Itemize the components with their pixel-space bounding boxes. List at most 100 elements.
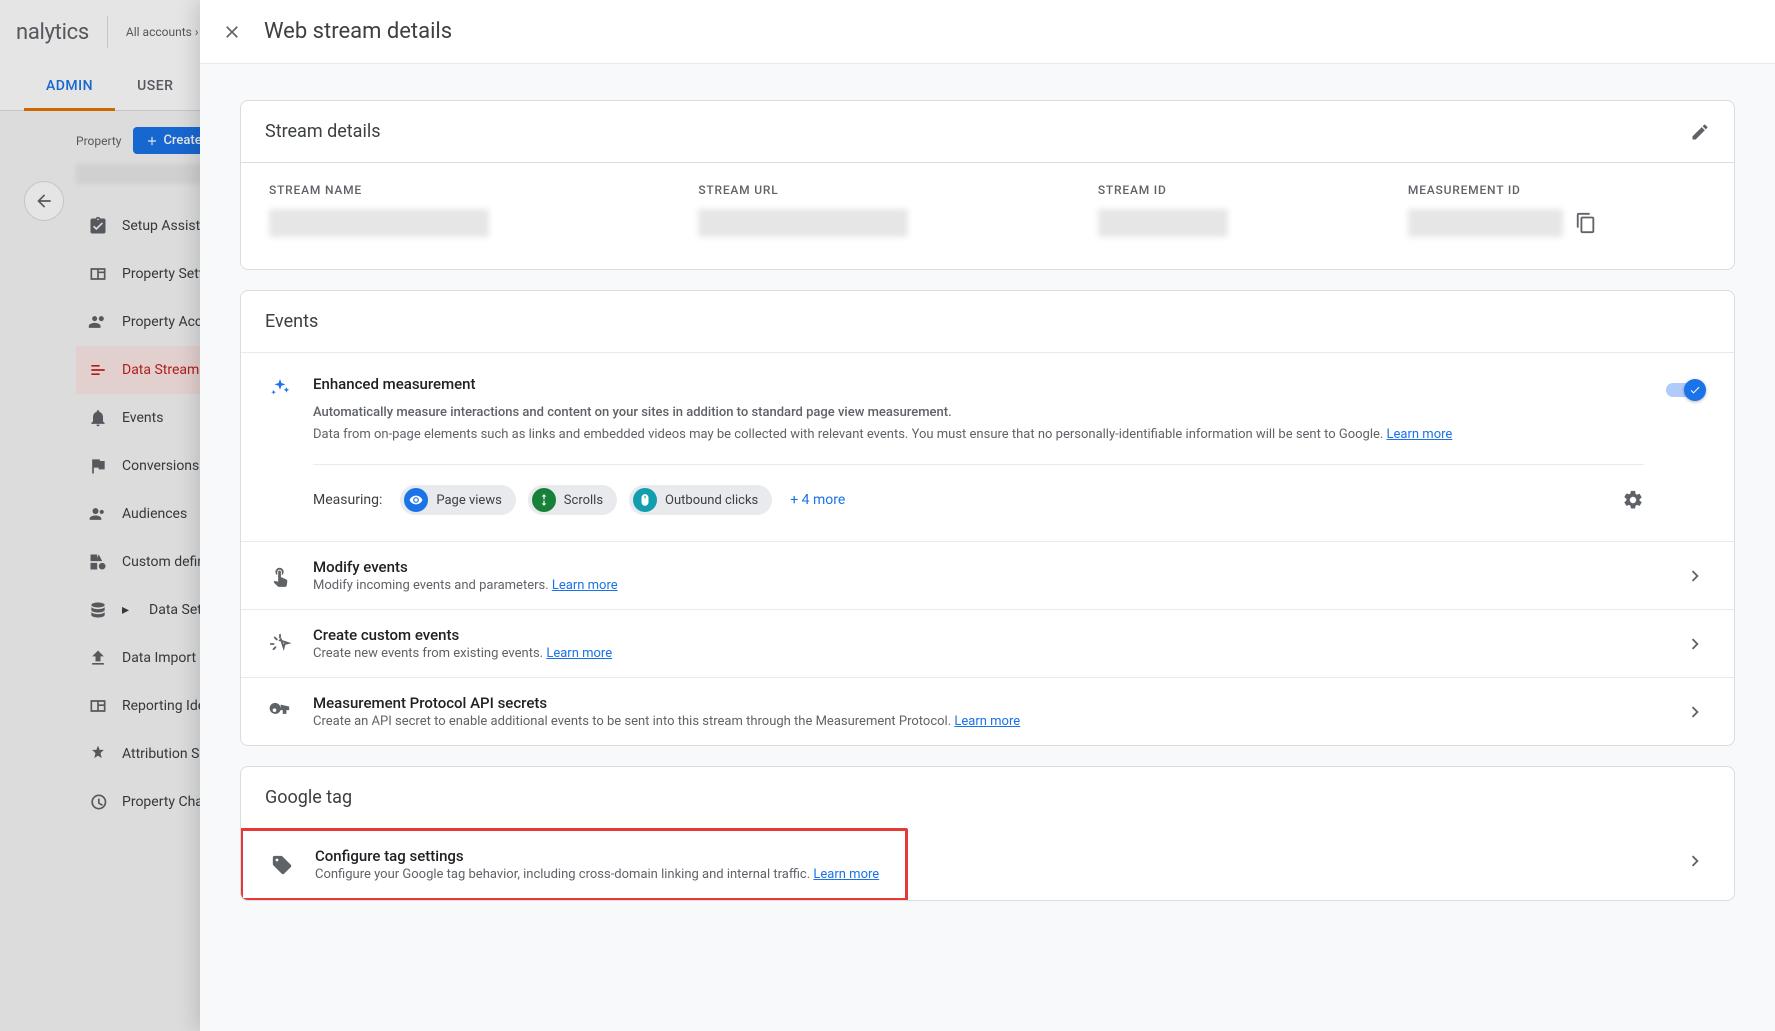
stream-details-header: Stream details xyxy=(265,121,381,142)
sidebar-item-label: Events xyxy=(122,410,163,426)
create-button-label: Create xyxy=(163,133,201,148)
configure-learn-more-link[interactable]: Learn more xyxy=(813,867,879,882)
chip-outbound-clicks: Outbound clicks xyxy=(629,485,772,515)
sidebar-item-label: Data Import xyxy=(122,650,196,666)
measuring-label: Measuring: xyxy=(313,492,382,508)
modify-events-title: Modify events xyxy=(313,558,1662,576)
google-tag-card: Google tag Configure tag settings Config… xyxy=(240,766,1735,901)
pencil-icon xyxy=(1690,122,1710,142)
history-icon xyxy=(88,792,108,812)
configure-tag-settings-row[interactable]: Configure tag settings Configure your Go… xyxy=(243,831,905,898)
chip-label: Page views xyxy=(436,493,501,508)
stream-url-label: STREAM URL xyxy=(698,183,1086,197)
clipboard-icon xyxy=(88,216,108,236)
google-tag-header: Google tag xyxy=(241,767,1734,828)
tab-user[interactable]: USER xyxy=(115,64,195,110)
configure-tag-highlight: Configure tag settings Configure your Go… xyxy=(240,828,908,901)
api-secrets-desc: Create an API secret to enable additiona… xyxy=(313,714,1662,729)
chip-scrolls: Scrolls xyxy=(528,485,617,515)
edit-stream-button[interactable] xyxy=(1690,122,1710,142)
panel-body: Stream details STREAM NAME STREAM URL ST… xyxy=(200,64,1775,1031)
chip-label: Scrolls xyxy=(564,493,603,508)
property-label: Property xyxy=(76,134,121,148)
chip-label: Outbound clicks xyxy=(665,493,758,508)
enhanced-measurement-title: Enhanced measurement xyxy=(313,375,1644,393)
sidebar-item-label: Conversions xyxy=(122,458,199,474)
mouse-icon xyxy=(633,488,657,512)
chevron-right-icon xyxy=(1684,633,1706,655)
bg-breadcrumb: All accounts › G xyxy=(126,25,210,39)
stream-url-value xyxy=(698,209,908,237)
close-button[interactable] xyxy=(220,20,244,44)
tag-icon xyxy=(271,854,293,876)
eye-icon xyxy=(404,488,428,512)
stream-details-card: Stream details STREAM NAME STREAM URL ST… xyxy=(240,100,1735,270)
enhanced-measurement-toggle[interactable] xyxy=(1666,379,1706,401)
enhanced-measurement-settings-button[interactable] xyxy=(1622,489,1644,511)
measurement-id-value xyxy=(1408,209,1563,237)
streams-icon xyxy=(88,360,108,380)
plus-icon xyxy=(145,134,159,148)
redacted-property-name xyxy=(76,164,216,184)
enhanced-note-text: Data from on-page elements such as links… xyxy=(313,427,1387,442)
touch-icon xyxy=(269,565,291,587)
create-custom-events-row[interactable]: Create custom events Create new events f… xyxy=(241,609,1734,677)
create-events-title: Create custom events xyxy=(313,626,1662,644)
copy-measurement-id-button[interactable] xyxy=(1575,212,1597,234)
flag-icon xyxy=(88,456,108,476)
create-learn-more-link[interactable]: Learn more xyxy=(546,646,612,661)
audience-icon xyxy=(88,504,108,524)
web-stream-details-panel: Web stream details Stream details STREAM… xyxy=(200,0,1775,1031)
modify-learn-more-link[interactable]: Learn more xyxy=(552,578,618,593)
vertical-divider xyxy=(107,16,108,48)
check-icon xyxy=(1689,384,1701,396)
measuring-row: Measuring: Page views Scrolls Outbound c… xyxy=(313,465,1644,515)
chip-page-views: Page views xyxy=(400,485,515,515)
measuring-more-link[interactable]: + 4 more xyxy=(790,492,845,508)
attribution-icon xyxy=(88,744,108,764)
measurement-id-label: MEASUREMENT ID xyxy=(1408,183,1706,197)
sidebar-item-label: Audiences xyxy=(122,506,187,522)
enhanced-measurement-section: Enhanced measurement Automatically measu… xyxy=(241,352,1734,541)
key-icon xyxy=(269,701,291,723)
people-icon xyxy=(88,312,108,332)
create-events-desc: Create new events from existing events. … xyxy=(313,646,1662,661)
configure-tag-desc: Configure your Google tag behavior, incl… xyxy=(315,867,891,882)
breadcrumb-prefix: All accounts xyxy=(126,25,192,39)
enhanced-learn-more-link[interactable]: Learn more xyxy=(1387,427,1453,442)
analytics-logo-text: nalytics xyxy=(16,20,89,45)
close-icon xyxy=(222,22,242,42)
sidebar-item-label: Data Streams xyxy=(122,362,207,378)
modify-events-row[interactable]: Modify events Modify incoming events and… xyxy=(241,541,1734,609)
api-secrets-row[interactable]: Measurement Protocol API secrets Create … xyxy=(241,677,1734,745)
stream-name-label: STREAM NAME xyxy=(269,183,686,197)
modify-events-desc: Modify incoming events and parameters. L… xyxy=(313,578,1662,593)
enhanced-measurement-desc: Automatically measure interactions and c… xyxy=(313,403,1644,423)
stream-id-value xyxy=(1098,209,1228,237)
tab-admin[interactable]: ADMIN xyxy=(24,64,115,111)
panel-title: Web stream details xyxy=(264,19,452,44)
events-header: Events xyxy=(241,291,1734,352)
arrow-left-icon xyxy=(34,191,54,211)
layout-icon xyxy=(88,264,108,284)
stream-name-value xyxy=(269,209,489,237)
scroll-icon xyxy=(532,488,556,512)
copy-icon xyxy=(1575,212,1597,234)
stream-details-grid: STREAM NAME STREAM URL STREAM ID MEASURE… xyxy=(241,162,1734,269)
chevron-right-icon xyxy=(1684,701,1706,723)
panel-header: Web stream details xyxy=(200,0,1775,64)
id-icon xyxy=(88,696,108,716)
secrets-learn-more-link[interactable]: Learn more xyxy=(954,714,1020,729)
back-button[interactable] xyxy=(24,181,64,221)
database-icon xyxy=(88,600,108,620)
upload-icon xyxy=(88,648,108,668)
stream-details-header-row: Stream details xyxy=(241,101,1734,162)
bell-icon xyxy=(88,408,108,428)
chevron-right-icon xyxy=(1684,565,1706,587)
enhanced-measurement-note: Data from on-page elements such as links… xyxy=(313,425,1644,445)
sparkle-icon xyxy=(269,377,291,399)
chevron-right-icon xyxy=(1684,850,1706,872)
api-secrets-title: Measurement Protocol API secrets xyxy=(313,694,1662,712)
events-card: Events Enhanced measurement Automaticall… xyxy=(240,290,1735,746)
shapes-icon xyxy=(88,552,108,572)
